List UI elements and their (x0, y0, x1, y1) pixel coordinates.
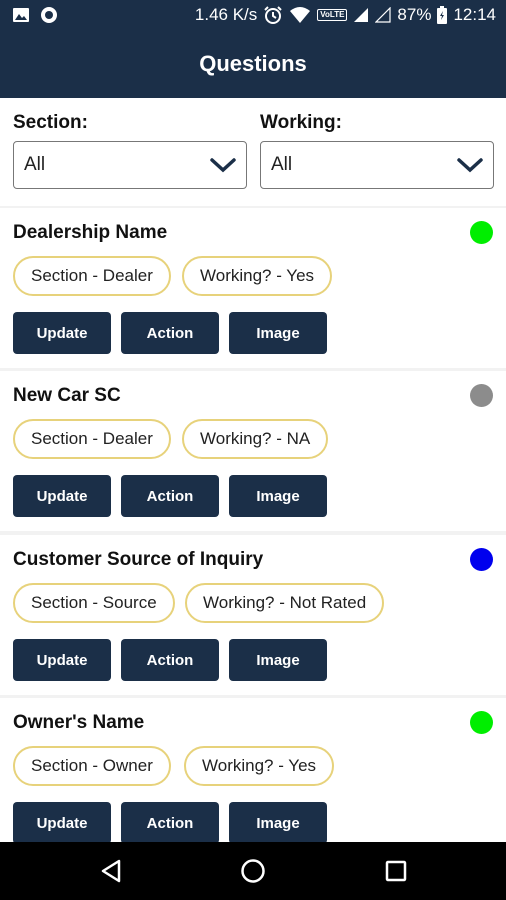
section-filter: Section: All (13, 112, 247, 189)
status-indicator-icon (470, 711, 493, 734)
status-indicator-icon (470, 548, 493, 571)
question-title: Customer Source of Inquiry (13, 549, 264, 570)
app-bar: Questions (0, 30, 506, 98)
question-title: New Car SC (13, 385, 121, 406)
status-indicator-icon (470, 384, 493, 407)
action-button[interactable]: Action (121, 312, 219, 354)
chevron-down-icon (210, 158, 236, 173)
question-card: New Car SC Section - Dealer Working? - N… (0, 371, 506, 531)
section-filter-label: Section: (13, 112, 88, 133)
wifi-icon (290, 7, 311, 23)
action-button[interactable]: Action (121, 475, 219, 517)
working-filter: Working: All (260, 112, 494, 189)
back-icon[interactable] (97, 856, 127, 886)
home-icon[interactable] (238, 856, 268, 886)
working-chip: Working? - Not Rated (185, 583, 385, 623)
status-bar: 1.46 K/s VoLTE 87% 12:14 (0, 0, 506, 30)
section-select-value: All (24, 154, 46, 175)
section-chip: Section - Owner (13, 746, 171, 786)
signal-icon (354, 8, 369, 22)
working-select-value: All (271, 154, 293, 175)
image-icon (13, 8, 29, 22)
circle-icon (41, 7, 57, 23)
question-card: Dealership Name Section - Dealer Working… (0, 208, 506, 368)
status-indicator-icon (470, 221, 493, 244)
update-button[interactable]: Update (13, 639, 111, 681)
alarm-icon (264, 6, 282, 24)
image-button[interactable]: Image (229, 802, 327, 844)
signal-empty-icon (375, 7, 392, 23)
action-button[interactable]: Action (121, 802, 219, 844)
image-button[interactable]: Image (229, 312, 327, 354)
recents-icon[interactable] (381, 856, 411, 886)
working-filter-label: Working: (260, 112, 342, 133)
page-title: Questions (199, 51, 307, 76)
section-select[interactable]: All (13, 141, 247, 189)
section-chip: Section - Source (13, 583, 175, 623)
question-title: Dealership Name (13, 222, 168, 243)
working-chip: Working? - Yes (184, 746, 335, 786)
chevron-down-icon (457, 158, 483, 173)
update-button[interactable]: Update (13, 312, 111, 354)
battery-percent: 87% (397, 5, 432, 24)
question-card: Owner's Name Section - Owner Working? - … (0, 698, 506, 858)
image-button[interactable]: Image (229, 639, 327, 681)
navigation-bar (0, 842, 506, 900)
volte-badge: VoLTE (317, 9, 348, 21)
section-chip: Section - Dealer (13, 256, 171, 296)
update-button[interactable]: Update (13, 475, 111, 517)
battery-icon (437, 6, 448, 24)
filter-panel: Section: All Working: All (0, 98, 506, 206)
working-chip: Working? - NA (182, 419, 329, 459)
working-chip: Working? - Yes (182, 256, 333, 296)
update-button[interactable]: Update (13, 802, 111, 844)
image-button[interactable]: Image (229, 475, 327, 517)
section-chip: Section - Dealer (13, 419, 171, 459)
working-select[interactable]: All (260, 141, 494, 189)
clock: 12:14 (453, 5, 496, 24)
action-button[interactable]: Action (121, 639, 219, 681)
question-title: Owner's Name (13, 712, 145, 733)
question-card: Customer Source of Inquiry Section - Sou… (0, 535, 506, 695)
network-speed: 1.46 K/s (194, 5, 258, 24)
